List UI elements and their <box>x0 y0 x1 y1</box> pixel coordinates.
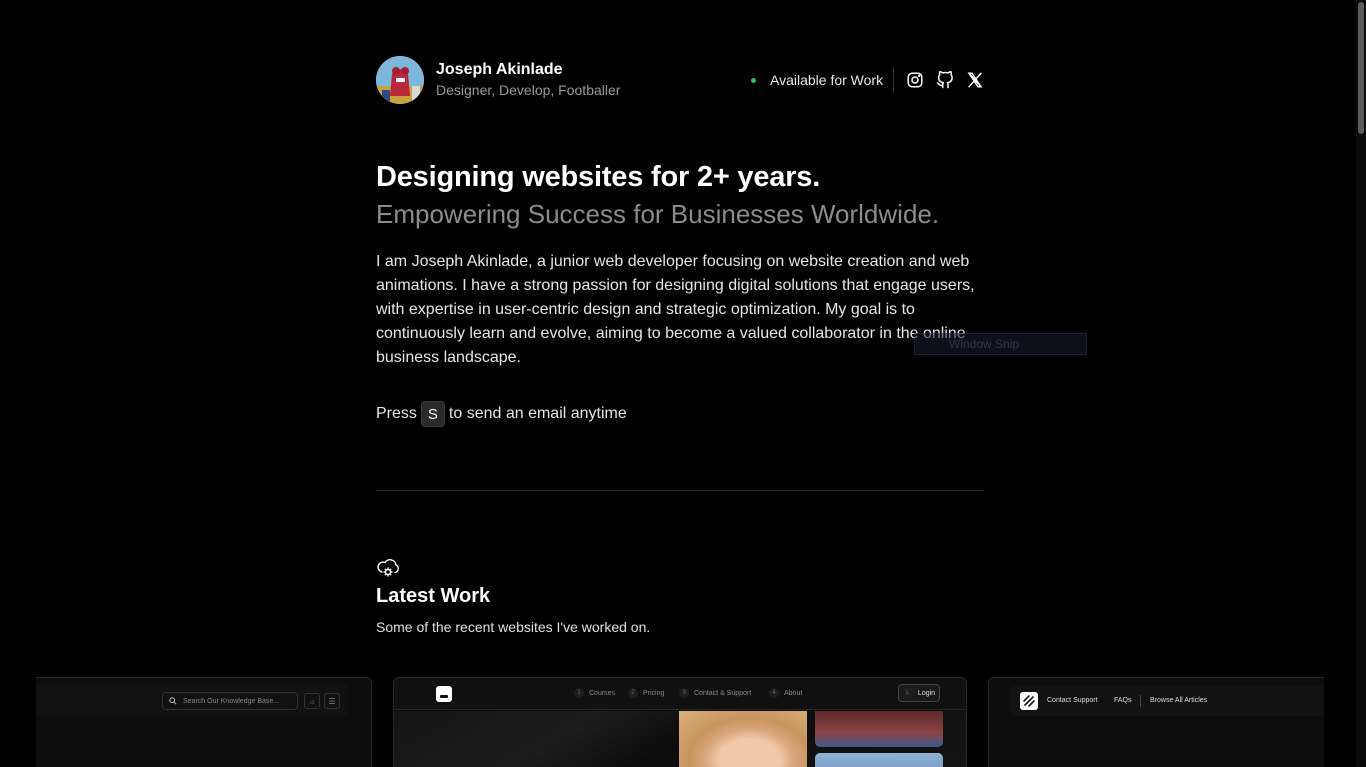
profile-header: Joseph Akinlade Designer, Develop, Footb… <box>376 56 984 104</box>
project-card-knowledge-base[interactable]: Search Our Knowledge Base... ☼ ☰ <box>36 677 372 767</box>
card2-nav-item: 4 About <box>769 688 802 698</box>
email-shortcut-hint: Press S to send an email anytime <box>376 401 627 427</box>
menu-icon: ☰ <box>324 693 340 709</box>
card2-photo-portrait <box>679 711 807 767</box>
sun-icon: ☼ <box>304 693 320 709</box>
card2-navbar: 1 Courses 2 Pricing 3 Contact & Support 4 Ab… <box>394 678 966 710</box>
card3-nav-faqs: FAQs <box>1114 697 1132 704</box>
instagram-icon <box>907 72 923 88</box>
card3-nav-browse: Browse All Articles <box>1150 697 1208 704</box>
status-dot-icon <box>751 77 756 83</box>
section-divider <box>376 490 984 491</box>
card2-nav-item: 2 Pricing <box>628 688 664 698</box>
avatar <box>376 56 424 104</box>
project-card-courses[interactable]: 1 Courses 2 Pricing 3 Contact & Support 4 Ab… <box>393 677 967 767</box>
github-link[interactable] <box>935 70 955 90</box>
window-snip-overlay: Window Snip <box>914 333 1087 355</box>
hero-title: Designing websites for 2+ years. <box>376 161 821 193</box>
card3-nav-divider <box>1140 695 1141 707</box>
card3-logo-icon <box>1020 692 1038 710</box>
latest-work-subtitle: Some of the recent websites I've worked … <box>376 619 651 635</box>
profile-tagline: Designer, Develop, Footballer <box>436 82 621 98</box>
card2-logo-icon <box>436 686 452 702</box>
press-suffix-text: to send an email anytime <box>448 405 627 422</box>
card2-photo-bottom <box>815 753 943 767</box>
latest-work-title: Latest Work <box>376 585 491 607</box>
scrollbar-thumb[interactable] <box>1358 2 1364 134</box>
cloud-cog-icon <box>376 556 400 578</box>
card3-nav-contact: Contact Support <box>1047 697 1098 704</box>
card1-search-box: Search Our Knowledge Base... <box>162 692 298 710</box>
card2-nav-item: 3 Contact & Support <box>679 688 751 698</box>
search-icon <box>169 697 177 705</box>
header-divider <box>893 68 894 92</box>
status-text: Available for Work <box>770 72 884 88</box>
bio-paragraph: I am Joseph Akinlade, a junior web devel… <box>376 253 975 366</box>
hero-subtitle: Empowering Success for Businesses Worldw… <box>376 199 940 229</box>
card2-nav-item: 1 Courses <box>574 688 615 698</box>
card1-search-placeholder: Search Our Knowledge Base... <box>183 697 280 705</box>
instagram-link[interactable] <box>905 70 925 90</box>
email-shortcut-key[interactable]: S <box>420 401 445 427</box>
page-scrollbar[interactable] <box>1356 0 1366 767</box>
snip-label: Window Snip <box>949 337 1020 351</box>
profile-name: Joseph Akinlade <box>436 61 563 78</box>
x-icon <box>967 72 983 88</box>
github-icon <box>936 71 953 89</box>
availability-status: Available for Work <box>751 71 883 89</box>
x-link[interactable] <box>965 70 985 90</box>
project-card-support[interactable]: Contact Support FAQs Browse All Articles <box>988 677 1324 767</box>
card2-login-button: L Login <box>898 684 940 702</box>
card2-photo-top <box>815 711 943 747</box>
press-text: Press <box>376 405 417 422</box>
